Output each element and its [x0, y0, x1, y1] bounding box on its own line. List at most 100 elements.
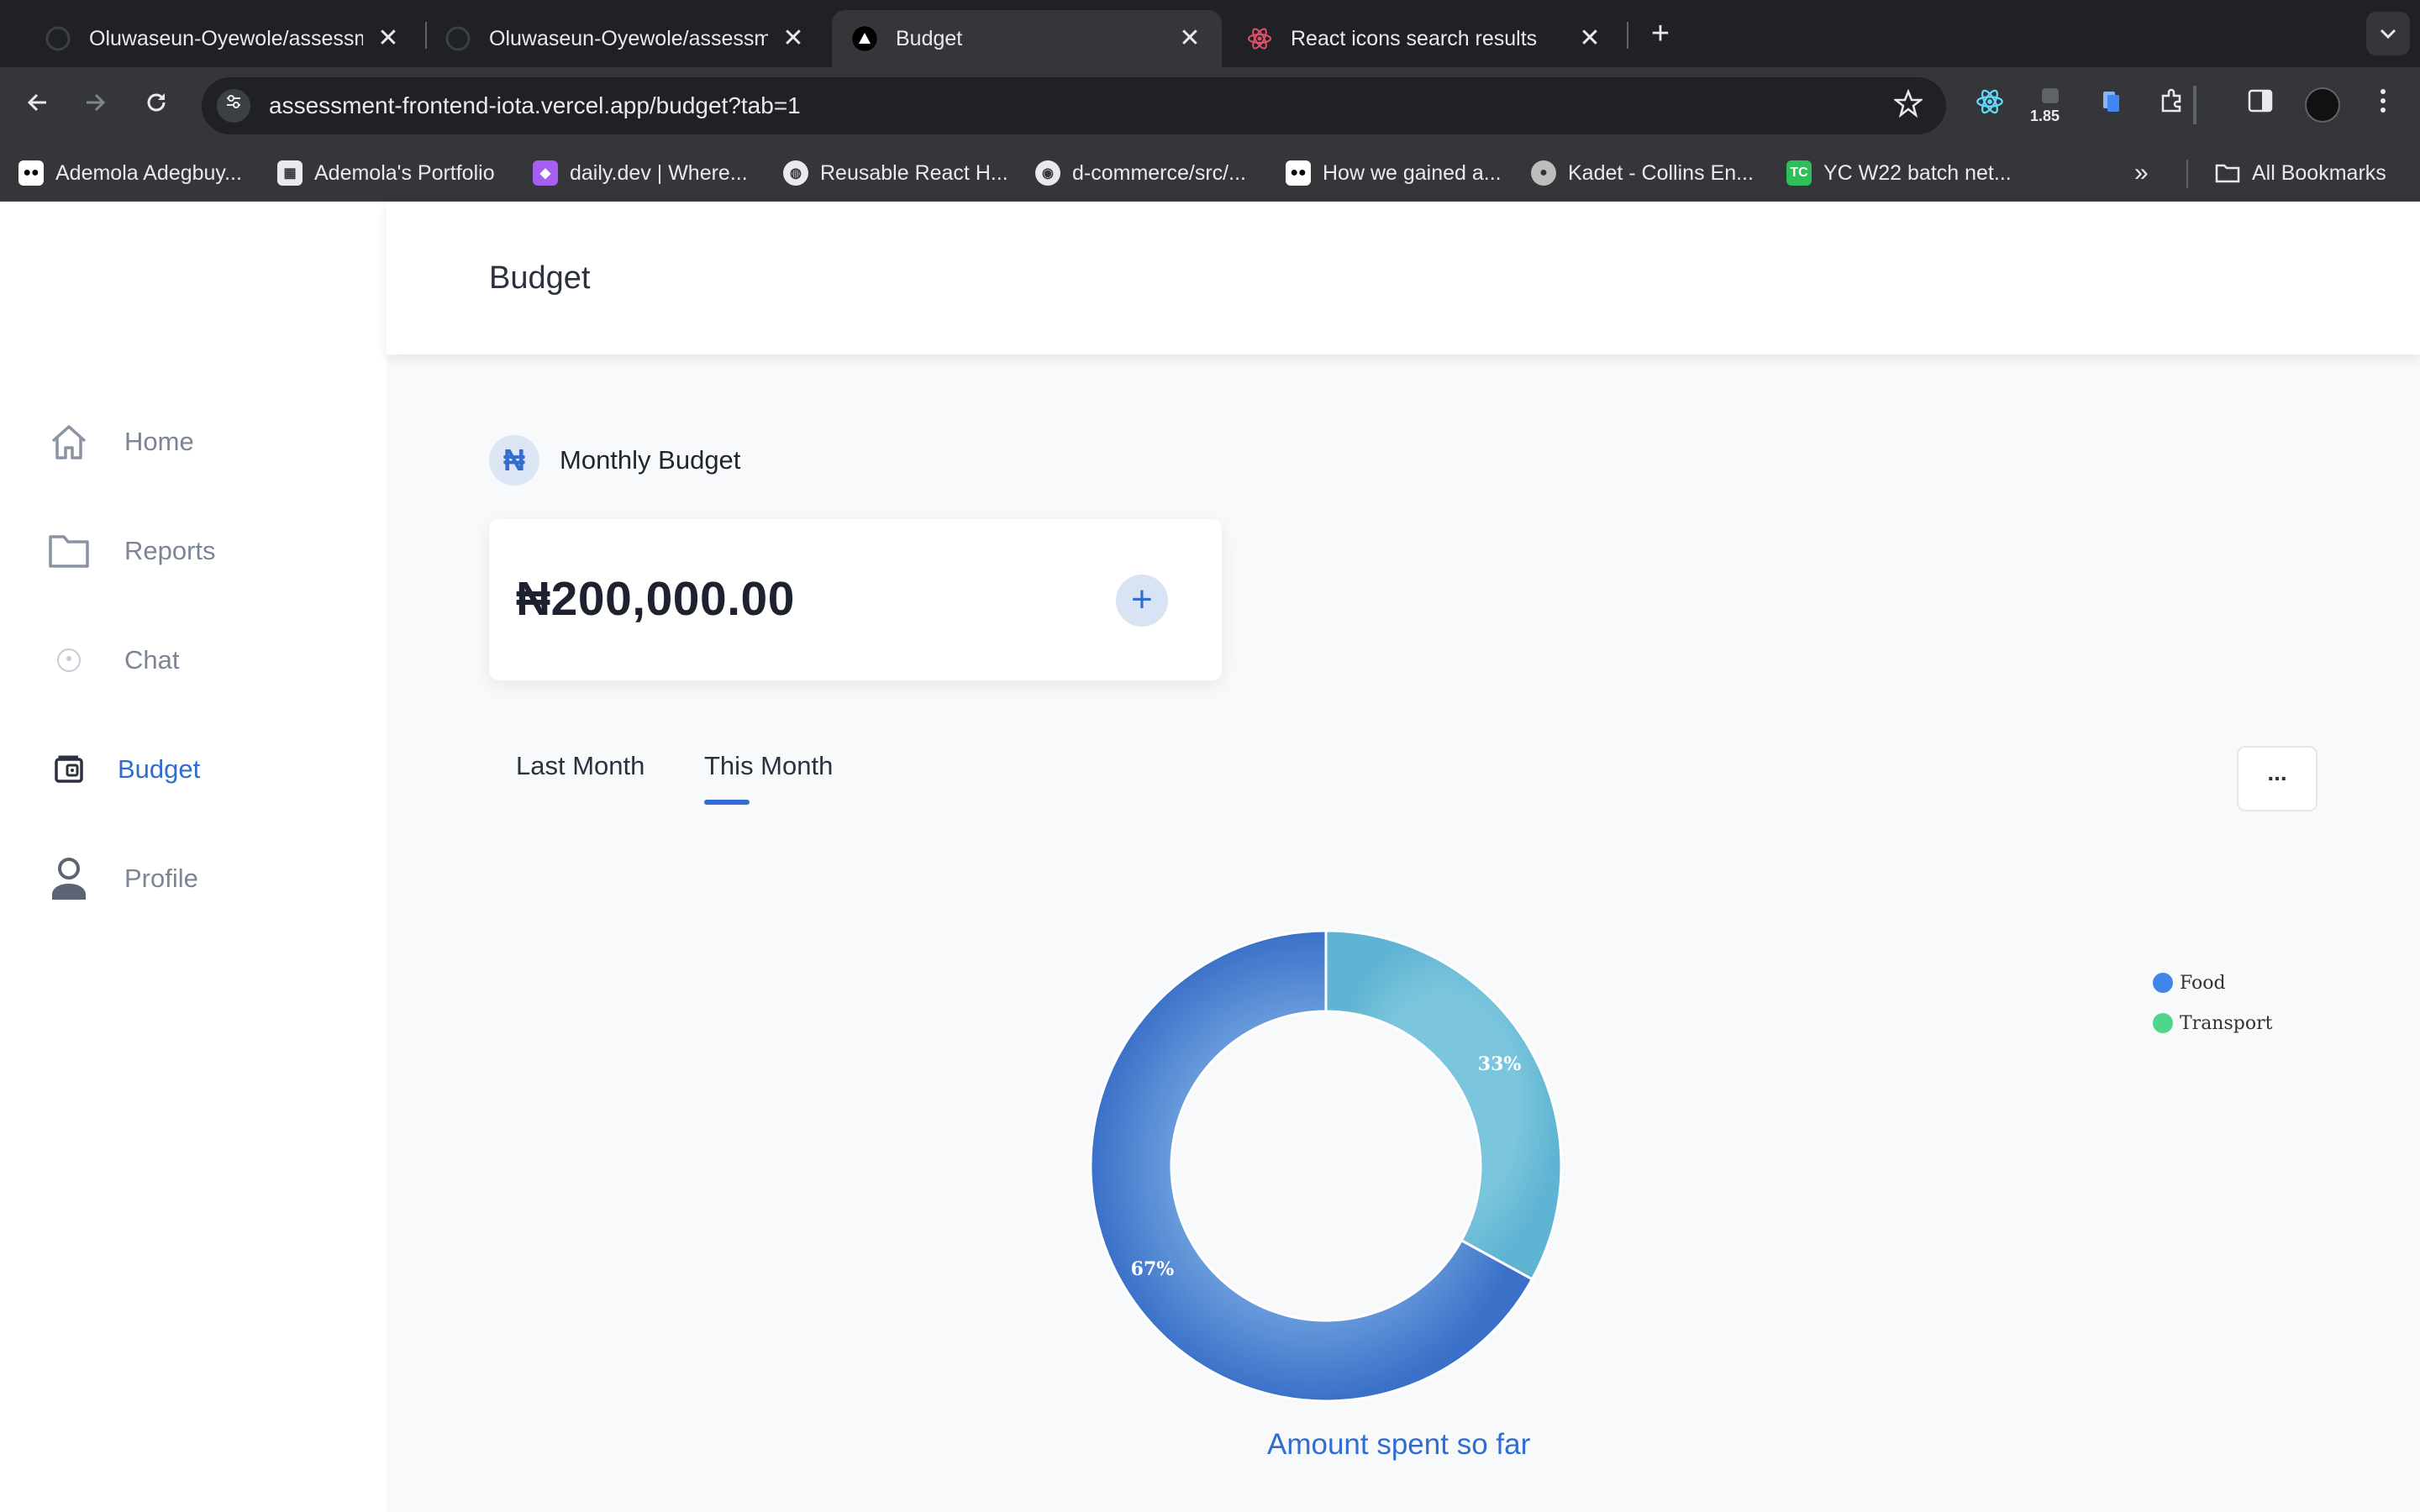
sidebar-item-profile[interactable]: Profile — [47, 853, 198, 904]
chart-caption: Amount spent so far — [1267, 1428, 1531, 1461]
copy-extension-icon[interactable] — [2092, 87, 2129, 124]
folder-icon — [47, 529, 91, 573]
react-devtools-icon[interactable] — [1971, 87, 2008, 124]
close-icon[interactable]: ✕ — [1178, 26, 1202, 51]
tab-title: Oluwaseun-Oyewole/assessment-frontend — [489, 26, 768, 50]
legend-label: Transport — [2180, 1012, 2273, 1034]
budget-amount: ₦200,000.00 — [516, 572, 795, 626]
dailydev-icon: ◆ — [533, 160, 558, 186]
bookmark-item[interactable]: ◉ d-commerce/src/... — [1035, 158, 1246, 188]
bookmark-label: Reusable React H... — [820, 160, 1008, 185]
browser-tab[interactable]: Oluwaseun-Oyewole/assessment-frontend ✕ — [425, 10, 825, 67]
budget-card: ₦200,000.00 + — [489, 519, 1222, 680]
close-icon[interactable]: ✕ — [781, 26, 805, 51]
bookmark-label: daily.dev | Where... — [570, 160, 748, 185]
sidebar-item-budget[interactable]: Budget — [47, 744, 200, 795]
donut-label-transport: 33% — [1478, 1053, 1522, 1075]
site-info-icon[interactable] — [217, 89, 250, 123]
url-text: assessment-frontend-iota.vercel.app/budg… — [269, 92, 801, 119]
bookmark-item[interactable]: TC YC W22 batch net... — [1786, 158, 2012, 188]
add-budget-button[interactable]: + — [1116, 575, 1168, 627]
vercel-icon — [852, 26, 877, 51]
chevron-down-icon — [2380, 29, 2396, 39]
sidebar-item-label: Reports — [124, 536, 216, 565]
bookmark-item[interactable]: ◍ Reusable React H... — [783, 158, 1008, 188]
sidebar-item-label: Profile — [124, 864, 198, 893]
legend-label: Food — [2180, 972, 2226, 994]
bookmark-label: Kadet - Collins En... — [1568, 160, 1754, 185]
bookmark-item[interactable]: ◆ daily.dev | Where... — [533, 158, 748, 188]
tab-divider — [1627, 22, 1628, 49]
browser-tab[interactable]: React icons search results ✕ — [1227, 10, 1622, 67]
globe-icon: ◍ — [783, 160, 808, 186]
sidebar-item-reports[interactable]: Reports — [47, 526, 216, 576]
sidebar-item-home[interactable]: Home — [47, 417, 194, 467]
building-icon: ▦ — [277, 160, 302, 186]
tab-search-button[interactable] — [2366, 12, 2410, 55]
puzzle-icon[interactable] — [2153, 87, 2190, 124]
bookmarks-bar: ●● Ademola Adegbuy... ▦ Ademola's Portfo… — [0, 144, 2420, 202]
bookmark-label: Ademola's Portfolio — [314, 160, 495, 185]
medium-icon: ●● — [18, 160, 44, 186]
legend-item-transport[interactable]: Transport — [2153, 1003, 2272, 1043]
bookmarks-divider — [2186, 160, 2188, 188]
bookmark-star-icon[interactable] — [1892, 88, 1924, 125]
spending-donut-chart: 33% 67% — [1089, 929, 1563, 1403]
kebab-menu-icon[interactable] — [2365, 87, 2402, 124]
extension-badge: 1.85 — [2030, 108, 2060, 124]
github-icon — [45, 26, 71, 51]
chat-icon — [47, 638, 91, 682]
tab-this-month[interactable]: This Month — [704, 751, 833, 781]
bookmark-label: How we gained a... — [1323, 160, 1502, 185]
url-host: assessment-frontend-iota.vercel.app — [269, 92, 650, 118]
react-icon — [1247, 26, 1272, 51]
sidebar-item-label: Chat — [124, 645, 180, 675]
github-icon — [445, 26, 471, 51]
all-bookmarks-button[interactable]: All Bookmarks — [2215, 158, 2386, 188]
page-title: Budget — [489, 260, 591, 296]
sidebar-item-label: Budget — [118, 754, 201, 784]
home-icon — [47, 420, 91, 464]
legend-item-food[interactable]: Food — [2153, 963, 2272, 1003]
browser-toolbar: assessment-frontend-iota.vercel.app/budg… — [0, 67, 2420, 144]
forward-button[interactable] — [74, 84, 118, 128]
legend-dot-food — [2153, 973, 2173, 993]
profile-avatar[interactable] — [2305, 87, 2340, 123]
all-bookmarks-label: All Bookmarks — [2252, 160, 2386, 185]
person-avatar-icon: ● — [1531, 160, 1556, 186]
sidebar-item-label: Home — [124, 427, 194, 456]
tab-title: Oluwaseun-Oyewole/assessment-frontend — [89, 26, 363, 50]
browser-tab[interactable]: Oluwaseun-Oyewole/assessment-frontend ✕ — [25, 10, 420, 67]
bookmark-item[interactable]: ● Kadet - Collins En... — [1531, 158, 1754, 188]
active-tab-indicator — [704, 800, 750, 805]
reload-icon — [147, 93, 166, 112]
back-button[interactable] — [15, 84, 59, 128]
page-header: Budget — [387, 202, 2420, 354]
tab-title: Budget — [896, 26, 963, 50]
bookmarks-overflow-button[interactable]: » — [2134, 158, 2149, 188]
close-icon[interactable]: ✕ — [376, 26, 400, 51]
monthly-budget-heading: ₦ Monthly Budget — [489, 435, 740, 486]
address-bar[interactable]: assessment-frontend-iota.vercel.app/budg… — [202, 77, 1946, 134]
side-panel-icon[interactable] — [2242, 87, 2279, 124]
donut-slice-transport[interactable] — [1324, 929, 1563, 1281]
close-icon[interactable]: ✕ — [1578, 26, 1602, 51]
reload-button[interactable] — [134, 84, 178, 128]
sidebar: Home Reports Chat Budget Profile — [0, 202, 387, 1512]
medium-icon: ●● — [1286, 160, 1311, 186]
bookmark-item[interactable]: ●● How we gained a... — [1286, 158, 1502, 188]
url-path: /budget?tab=1 — [649, 92, 801, 118]
github-icon: ◉ — [1035, 160, 1060, 186]
browser-tab-active[interactable]: Budget ✕ — [832, 10, 1222, 67]
chart-legend: Food Transport — [2153, 963, 2272, 1043]
bookmark-label: Ademola Adegbuy... — [55, 160, 242, 185]
bookmark-item[interactable]: ●● Ademola Adegbuy... — [18, 158, 242, 188]
tab-last-month[interactable]: Last Month — [516, 751, 644, 781]
bookmark-item[interactable]: ▦ Ademola's Portfolio — [277, 158, 495, 188]
new-tab-button[interactable]: + — [1642, 15, 1679, 52]
legend-dot-transport — [2153, 1013, 2173, 1033]
folder-icon — [2215, 160, 2240, 186]
arrow-right-icon — [87, 93, 106, 112]
more-options-button[interactable]: ... — [2237, 746, 2317, 811]
sidebar-item-chat[interactable]: Chat — [47, 635, 179, 685]
